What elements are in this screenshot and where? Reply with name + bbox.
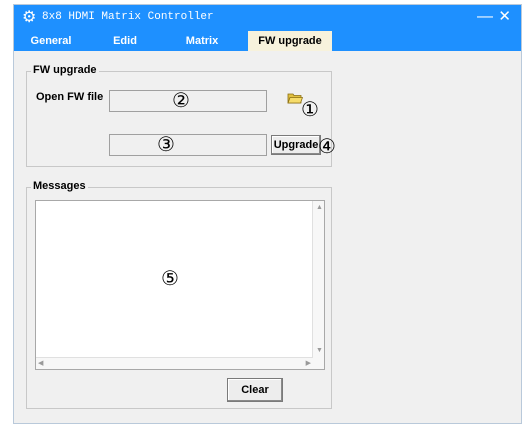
open-fw-file-label: Open FW file xyxy=(36,91,104,103)
close-button[interactable]: ✕ xyxy=(498,8,511,26)
vertical-scrollbar[interactable]: ▲ ▼ xyxy=(312,201,324,369)
title-bar: ⚙ 8x8 HDMI Matrix Controller — ✕ xyxy=(14,5,521,31)
scroll-down-icon[interactable]: ▼ xyxy=(316,347,323,354)
callout-1: ① xyxy=(301,97,319,121)
callout-3: ③ xyxy=(157,132,175,156)
callout-5: ⑤ xyxy=(161,266,179,290)
tab-general[interactable]: General xyxy=(20,31,82,51)
tab-edid[interactable]: Edid xyxy=(100,31,150,51)
minimize-button[interactable]: — xyxy=(477,8,493,26)
app-window: ⚙ 8x8 HDMI Matrix Controller — ✕ General… xyxy=(13,4,522,424)
tab-matrix[interactable]: Matrix xyxy=(172,31,232,51)
messages-group-title: Messages xyxy=(31,180,88,192)
scroll-right-icon[interactable]: ▶ xyxy=(306,359,311,367)
tab-fw-upgrade[interactable]: FW upgrade xyxy=(248,31,332,51)
callout-2: ② xyxy=(172,88,190,112)
fw-upgrade-group-title: FW upgrade xyxy=(31,64,99,76)
upgrade-status-field xyxy=(109,134,267,156)
upgrade-button[interactable]: Upgrade xyxy=(271,135,321,155)
window-title: 8x8 HDMI Matrix Controller xyxy=(42,11,214,23)
fw-upgrade-group: FW upgrade Open FW file ② ① ③ Upgrade ④ xyxy=(26,64,336,167)
clear-button[interactable]: Clear xyxy=(227,378,283,402)
tab-bar: General Edid Matrix FW upgrade xyxy=(14,31,521,51)
scroll-left-icon[interactable]: ◀ xyxy=(38,359,43,367)
callout-4: ④ xyxy=(318,134,336,158)
scroll-up-icon[interactable]: ▲ xyxy=(316,204,323,211)
messages-group: Messages ▲ ▼ ◀ ▶ ⑤ Clear xyxy=(26,180,332,409)
gear-icon: ⚙ xyxy=(22,9,37,26)
horizontal-scrollbar[interactable]: ◀ ▶ xyxy=(36,357,313,369)
messages-textbox[interactable]: ▲ ▼ ◀ ▶ xyxy=(35,200,325,370)
